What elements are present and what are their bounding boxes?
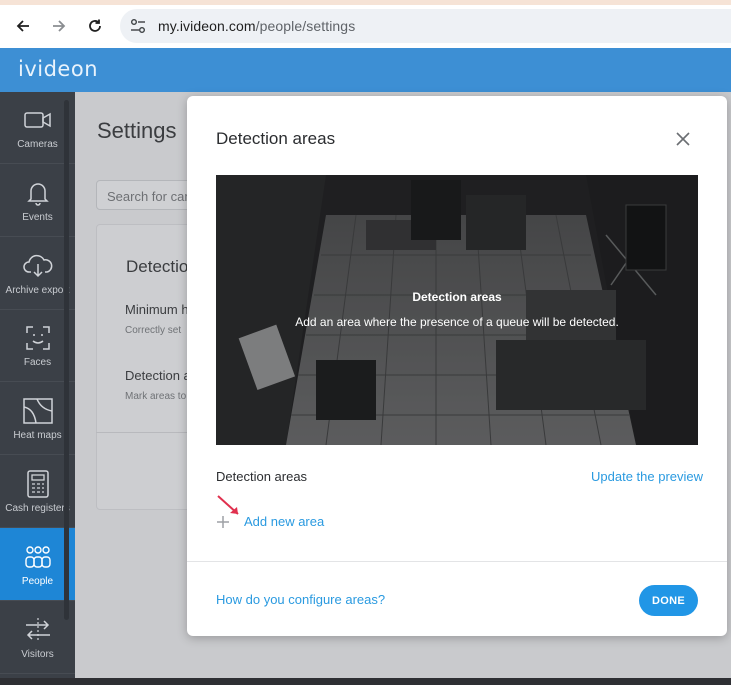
address-bar[interactable]: my.ivideon.com/people/settings: [120, 9, 731, 43]
sidebar-label-cameras: Cameras: [17, 139, 58, 150]
detection-areas-label: Detection a: [125, 368, 191, 383]
update-preview-link[interactable]: Update the preview: [591, 469, 703, 484]
url-path: /people/settings: [255, 18, 356, 34]
minimum-height-hint: Correctly set: [125, 325, 182, 336]
forward-button[interactable]: [46, 13, 72, 39]
url-host: my.ivideon.com: [158, 18, 256, 34]
reload-button[interactable]: [82, 13, 108, 39]
sidebar-label-visitors: Visitors: [21, 648, 54, 660]
bottom-bar: [0, 678, 731, 685]
close-icon[interactable]: [673, 129, 693, 149]
help-configure-areas-link[interactable]: How do you configure areas?: [216, 592, 385, 607]
detection-areas-section-label: Detection areas: [216, 469, 308, 484]
card-title: Detectio: [126, 257, 189, 276]
sidebar-label-people: People: [21, 575, 54, 587]
browser-toolbar: my.ivideon.com/people/settings: [0, 5, 731, 48]
sidebar-label-events: Events: [22, 211, 53, 223]
modal-title: Detection areas: [216, 129, 336, 148]
sidebar-label-faces: Faces: [23, 357, 52, 368]
detection-areas-hint: Mark areas to: [125, 391, 187, 402]
sidebar-label-cash-registers: Cash registers: [5, 502, 70, 514]
people-icon: [22, 542, 54, 572]
sidebar-label-heat-maps: Heat maps: [13, 429, 62, 441]
preview-overlay-text: Add an area where the presence of a queu…: [295, 315, 619, 329]
modal-divider: [187, 561, 727, 562]
camera-preview[interactable]: Detection areas Add an area where the pr…: [216, 175, 698, 445]
cloud-download-icon: [22, 251, 54, 281]
face-scan-icon: [22, 323, 54, 353]
minimum-height-label: Minimum h: [125, 302, 189, 317]
sidebar-scrollbar[interactable]: [64, 100, 69, 620]
add-new-area-label: Add new area: [244, 514, 325, 529]
back-arrow-icon: [16, 20, 29, 32]
forward-arrow-icon: [53, 20, 66, 32]
back-button[interactable]: [10, 13, 36, 39]
done-button[interactable]: DONE: [639, 585, 698, 616]
preview-overlay-title: Detection areas: [412, 290, 502, 304]
camera-icon: [22, 105, 54, 135]
bell-icon: [22, 178, 54, 208]
url-text: my.ivideon.com/people/settings: [158, 18, 355, 34]
app-header: ivideon: [0, 48, 731, 92]
ivideon-logo[interactable]: ivideon: [18, 57, 98, 81]
heat-map-icon: [22, 396, 54, 426]
reload-icon: [89, 19, 101, 32]
plus-icon: [217, 515, 229, 528]
sidebar: Cameras Events Archive export Faces Heat…: [0, 92, 75, 685]
sidebar-label-archive-export: Archive export: [5, 284, 70, 296]
add-new-area-button[interactable]: Add new area: [216, 514, 324, 529]
site-settings-icon[interactable]: [128, 17, 148, 35]
visitors-icon: [22, 615, 54, 645]
cash-register-icon: [22, 469, 54, 499]
detection-areas-modal: Detection areas Detection areas Add an a…: [187, 96, 727, 636]
page-title: Settings: [97, 118, 177, 143]
camera-preview-image: [216, 175, 698, 445]
